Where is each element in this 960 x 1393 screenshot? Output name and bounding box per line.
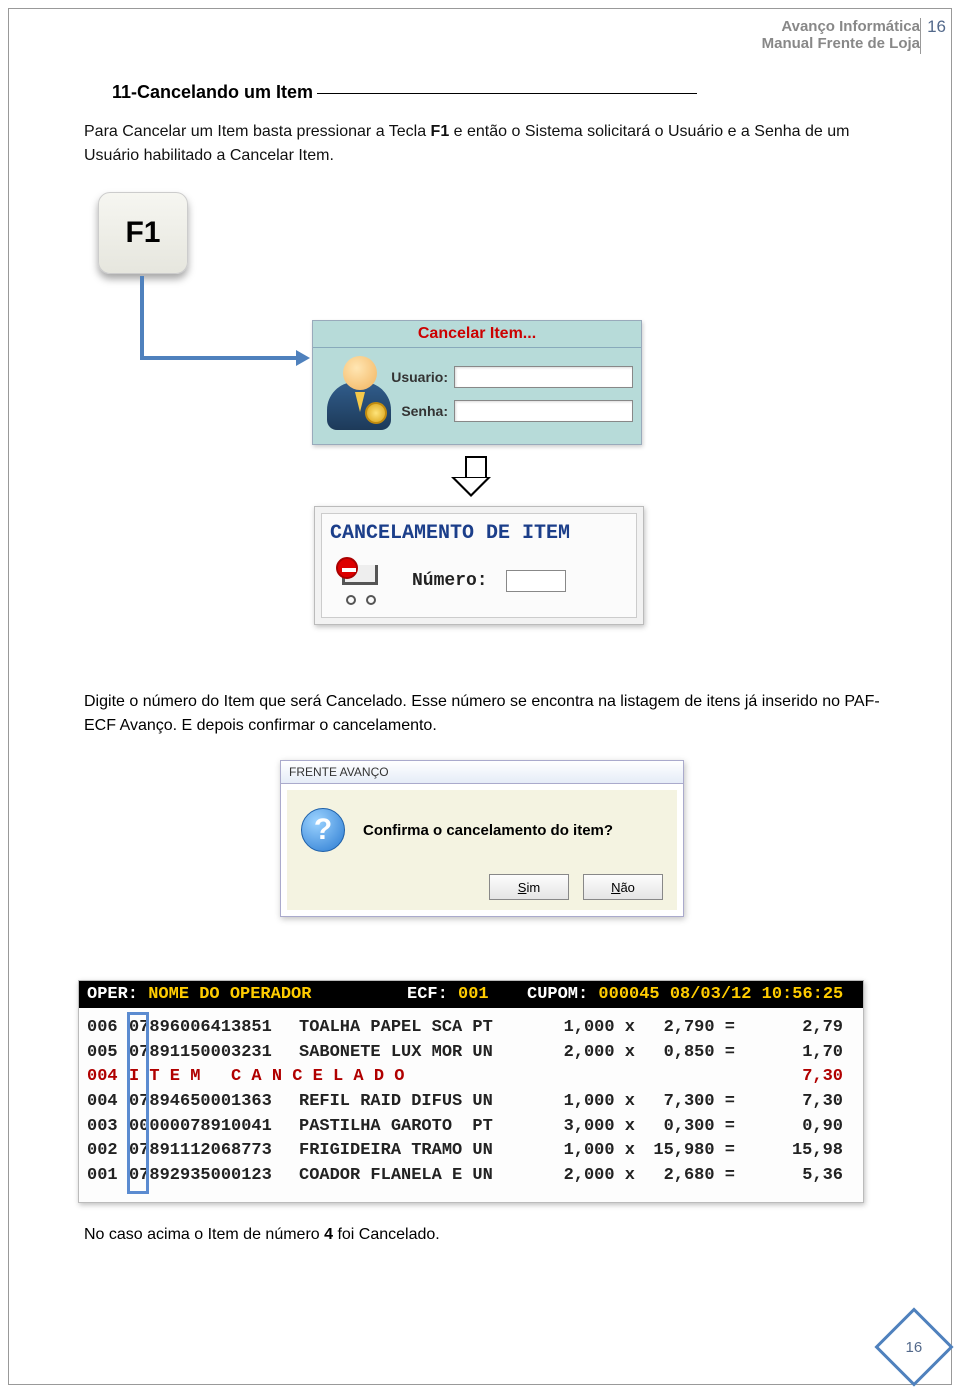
doc-header: Avanço Informática Manual Frente de Loja — [762, 18, 920, 52]
intro-bold: F1 — [431, 123, 450, 140]
header-line2: Manual Frente de Loja — [762, 35, 920, 52]
receipt-row: 00607896006413851TOALHA PAPEL SCA PT1,00… — [87, 1016, 853, 1041]
section-title-text: 11-Cancelando um Item — [112, 82, 313, 102]
cancel-dialog-title: CANCELAMENTO DE ITEM — [328, 518, 630, 557]
arrow-head-icon — [296, 350, 310, 366]
no-button[interactable]: Não — [583, 874, 663, 900]
usuario-row: Usuario: — [384, 366, 633, 388]
receipt-header: OPER: NOME DO OPERADOR ECF: 001 CUPOM: 0… — [79, 981, 863, 1008]
usuario-label: Usuario: — [384, 369, 448, 385]
senha-row: Senha: — [384, 400, 633, 422]
title-underline — [317, 93, 697, 94]
cupom-label: CUPOM: — [527, 985, 588, 1004]
numero-input[interactable] — [506, 570, 566, 592]
usuario-input[interactable] — [454, 366, 633, 388]
receipt-row: 00107892935000123COADOR FLANELA E UN2,00… — [87, 1164, 853, 1189]
receipt-row: 004I T E M C A N C E L A D O7,30 — [87, 1065, 853, 1090]
ecf-label: ECF: — [407, 985, 448, 1004]
confirm-titlebar-text: FRENTE AVANÇO — [289, 765, 389, 779]
receipt-row: 00407894650001363REFIL RAID DIFUS UN1,00… — [87, 1090, 853, 1115]
cart-stop-icon — [336, 557, 394, 605]
footer-page-number: 16 — [906, 1339, 923, 1356]
final-paragraph: No caso acima o Item de número 4 foi Can… — [84, 1226, 440, 1244]
confirm-titlebar: FRENTE AVANÇO — [281, 761, 683, 784]
final-b: foi Cancelado. — [333, 1226, 440, 1243]
cupom-value: 000045 08/03/12 10:56:25 — [588, 985, 843, 1004]
section-title: 11-Cancelando um Item — [112, 82, 697, 103]
login-fields: Usuario: Senha: — [384, 354, 633, 434]
oper-label: OPER: — [87, 985, 138, 1004]
confirm-message: Confirma o cancelamento do item? — [363, 822, 613, 839]
yes-button[interactable]: Sim — [489, 874, 569, 900]
receipt-row: 00207891112068773FRIGIDEIRA TRAMO UN1,00… — [87, 1139, 853, 1164]
receipt-body: 00607896006413851TOALHA PAPEL SCA PT1,00… — [79, 1008, 863, 1202]
login-dialog-title: Cancelar Item... — [313, 321, 641, 348]
ecf-value: 001 — [448, 985, 489, 1004]
down-arrow-icon — [460, 456, 491, 497]
cancel-item-dialog: CANCELAMENTO DE ITEM Número: — [314, 506, 644, 625]
receipt-row: 00507891150003231SABONETE LUX MOR UN2,00… — [87, 1041, 853, 1066]
final-bold: 4 — [324, 1226, 333, 1243]
receipt-listing: OPER: NOME DO OPERADOR ECF: 001 CUPOM: 0… — [78, 980, 864, 1203]
intro-paragraph: Para Cancelar um Item basta pressionar a… — [84, 120, 890, 168]
login-dialog: Cancelar Item... Usuario: Senha: — [312, 320, 642, 445]
receipt-row: 00300000078910041PASTILHA GAROTO PT3,000… — [87, 1115, 853, 1140]
intro-part-a: Para Cancelar um Item basta pressionar a… — [84, 123, 431, 140]
senha-input[interactable] — [454, 400, 633, 422]
senha-label: Senha: — [384, 403, 448, 419]
user-key-icon — [321, 354, 376, 434]
f1-key-icon: F1 — [98, 192, 188, 274]
header-line1: Avanço Informática — [762, 18, 920, 35]
final-a: No caso acima o Item de número — [84, 1226, 324, 1243]
mid-paragraph: Digite o número do Item que será Cancela… — [84, 690, 890, 738]
f1-key-label: F1 — [125, 216, 160, 250]
oper-value: NOME DO OPERADOR — [138, 985, 311, 1004]
numero-label: Número: — [412, 571, 488, 591]
confirm-buttons: Sim Não — [301, 852, 663, 900]
login-body: Usuario: Senha: — [313, 348, 641, 444]
page-number-top: 16 — [920, 18, 946, 54]
confirm-dialog: FRENTE AVANÇO ? Confirma o cancelamento … — [280, 760, 684, 917]
question-icon: ? — [301, 808, 345, 852]
arrow-segment-2 — [140, 356, 300, 360]
arrow-segment-1 — [140, 276, 144, 360]
